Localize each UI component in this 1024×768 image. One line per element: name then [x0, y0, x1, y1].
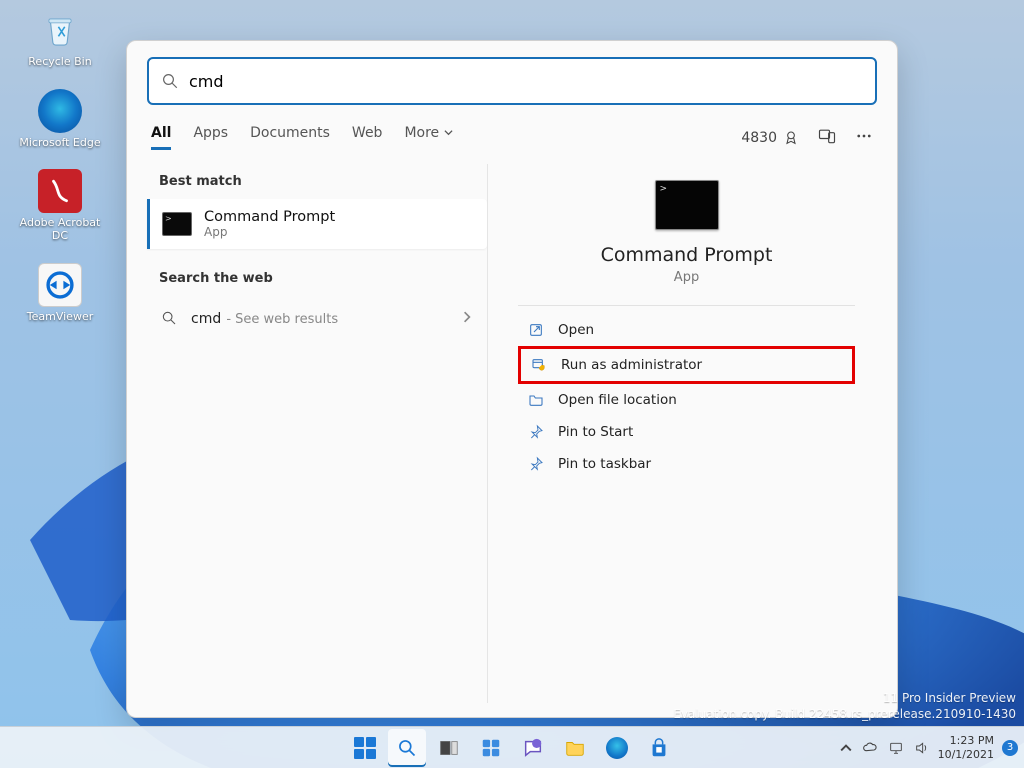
system-tray: 1:23 PM 10/1/2021 3: [840, 734, 1018, 760]
store-button[interactable]: [640, 729, 678, 767]
start-button[interactable]: [346, 729, 384, 767]
edge-button[interactable]: [598, 729, 636, 767]
desktop-icon-teamviewer[interactable]: TeamViewer: [10, 263, 110, 324]
windows-watermark: 11 Pro Insider Preview Evaluation copy. …: [673, 690, 1016, 722]
taskbar-search-button[interactable]: [388, 729, 426, 767]
widgets-button[interactable]: [472, 729, 510, 767]
edge-icon: [606, 737, 628, 759]
network-icon[interactable]: [888, 740, 904, 756]
divider: [518, 305, 855, 306]
recycle-bin-icon: [38, 8, 82, 52]
pdf-icon: [38, 169, 82, 213]
filter-tab-documents[interactable]: Documents: [250, 125, 330, 150]
search-web-heading: Search the web: [147, 267, 487, 296]
desktop-icon-label: TeamViewer: [27, 311, 93, 324]
desktop-icon-label: Adobe Acrobat DC: [10, 217, 110, 242]
windows-logo-icon: [354, 737, 376, 759]
action-run-as-administrator[interactable]: Run as administrator: [518, 346, 855, 384]
filter-tab-apps[interactable]: Apps: [193, 125, 228, 150]
search-icon: [397, 738, 417, 758]
search-box[interactable]: [147, 57, 877, 105]
search-input[interactable]: [189, 72, 863, 91]
results-pane: Best match Command Prompt App Search the…: [147, 164, 487, 703]
action-pin-to-start[interactable]: Pin to Start: [518, 416, 855, 448]
filter-row: All Apps Documents Web More 4830: [147, 125, 877, 150]
action-pin-to-taskbar[interactable]: Pin to taskbar: [518, 448, 855, 480]
notification-badge[interactable]: 3: [1002, 740, 1018, 756]
start-search-panel: All Apps Documents Web More 4830 Best ma…: [126, 40, 898, 718]
best-match-item[interactable]: Command Prompt App: [147, 199, 487, 249]
desktop-icon-recycle-bin[interactable]: Recycle Bin: [10, 8, 110, 69]
volume-icon[interactable]: [914, 740, 930, 756]
desktop-icons: Recycle Bin Microsoft Edge Adobe Acrobat…: [10, 8, 110, 323]
widgets-icon: [480, 737, 502, 759]
desktop-icon-label: Recycle Bin: [28, 56, 91, 69]
folder-icon: [528, 392, 544, 408]
open-icon: [528, 322, 544, 338]
chevron-right-icon: [461, 308, 473, 327]
edge-icon: [38, 89, 82, 133]
chat-icon: [522, 737, 544, 759]
pin-icon: [528, 456, 544, 472]
action-open-file-location[interactable]: Open file location: [518, 384, 855, 416]
search-icon: [161, 72, 179, 90]
rewards-points[interactable]: 4830: [741, 130, 799, 146]
command-prompt-icon: [655, 180, 719, 230]
desktop-icon-acrobat[interactable]: Adobe Acrobat DC: [10, 169, 110, 242]
command-prompt-icon: [162, 212, 192, 236]
best-match-heading: Best match: [147, 170, 487, 199]
more-options-icon[interactable]: [855, 127, 873, 149]
preview-pane: Command Prompt App Open Run as administr…: [487, 164, 877, 703]
store-icon: [648, 737, 670, 759]
onedrive-icon[interactable]: [862, 740, 878, 756]
web-search-item[interactable]: cmd - See web results: [147, 296, 487, 339]
chat-button[interactable]: [514, 729, 552, 767]
task-view-icon: [438, 737, 460, 759]
taskbar: 1:23 PM 10/1/2021 3: [0, 726, 1024, 768]
chevron-up-icon[interactable]: [840, 742, 852, 754]
pin-icon: [528, 424, 544, 440]
web-query: cmd: [191, 311, 221, 327]
best-match-subtitle: App: [204, 225, 335, 239]
shield-window-icon: [531, 357, 547, 373]
desktop-icon-label: Microsoft Edge: [19, 137, 100, 150]
file-explorer-button[interactable]: [556, 729, 594, 767]
search-icon: [161, 310, 177, 326]
action-open[interactable]: Open: [518, 314, 855, 346]
taskbar-clock[interactable]: 1:23 PM 10/1/2021: [938, 734, 994, 760]
task-view-button[interactable]: [430, 729, 468, 767]
teamviewer-icon: [38, 263, 82, 307]
phone-link-icon[interactable]: [817, 126, 837, 150]
preview-subtitle: App: [674, 270, 699, 285]
filter-tab-more[interactable]: More: [404, 125, 452, 150]
preview-title: Command Prompt: [601, 244, 773, 266]
chevron-down-icon: [444, 128, 453, 137]
desktop-icon-edge[interactable]: Microsoft Edge: [10, 89, 110, 150]
rewards-icon: [783, 130, 799, 146]
filter-tab-web[interactable]: Web: [352, 125, 383, 150]
web-hint: See web results: [235, 312, 338, 327]
best-match-title: Command Prompt: [204, 209, 335, 225]
preview-actions: Open Run as administrator Open file loca…: [518, 314, 855, 480]
folder-icon: [564, 737, 586, 759]
filter-tab-all[interactable]: All: [151, 125, 171, 150]
